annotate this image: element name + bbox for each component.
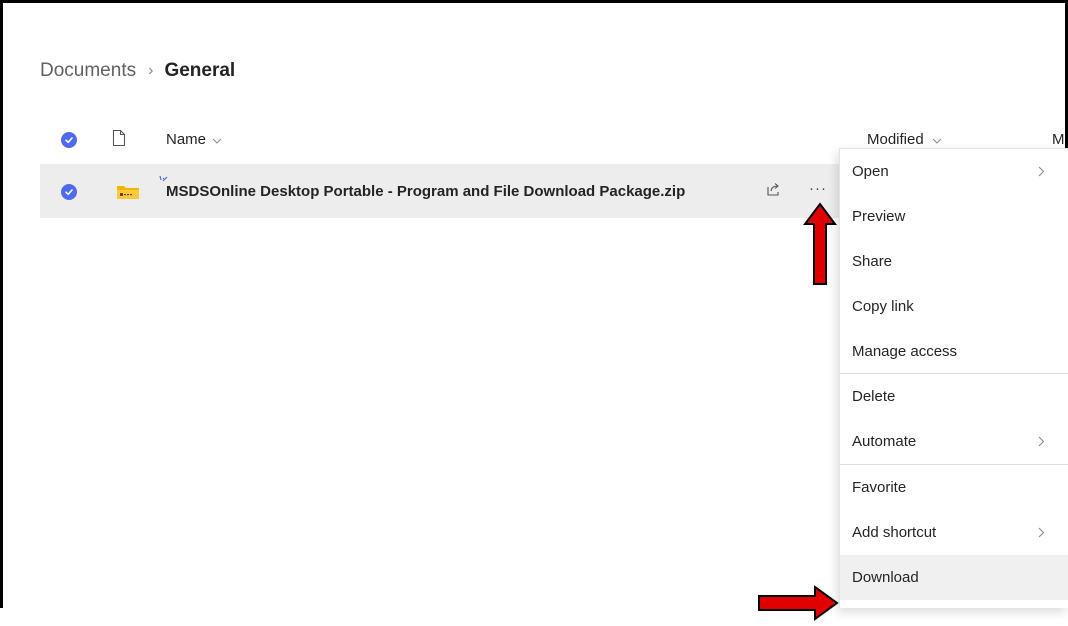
chevron-right-icon — [1038, 419, 1045, 464]
menu-item-label: Copy link — [852, 298, 914, 315]
menu-item-copy-link[interactable]: Copy link — [840, 284, 1068, 329]
menu-item-add-shortcut[interactable]: Add shortcut — [840, 510, 1068, 555]
menu-item-label: Delete — [852, 388, 896, 405]
chevron-right-icon — [1038, 149, 1045, 194]
breadcrumb: Documents › General — [40, 57, 235, 85]
chevron-down-icon — [212, 131, 222, 148]
menu-item-label: Share — [852, 253, 893, 270]
name-column-label: Name — [166, 131, 207, 148]
breadcrumb-documents-link[interactable]: Documents — [40, 60, 136, 82]
menu-item-label: Favorite — [852, 479, 907, 496]
name-column-header[interactable]: Name — [166, 131, 222, 148]
menu-item-open[interactable]: Open — [840, 149, 1068, 194]
chevron-down-icon — [932, 131, 942, 148]
checkmark-icon — [65, 189, 73, 196]
more-actions-button[interactable]: ··· — [809, 180, 827, 197]
select-all-checkbox[interactable] — [61, 132, 77, 148]
menu-item-label: Automate — [852, 433, 917, 450]
breadcrumb-separator: › — [148, 62, 154, 79]
menu-item-manage-access[interactable]: Manage access — [840, 329, 1068, 374]
share-icon[interactable] — [765, 181, 781, 202]
checkmark-icon — [65, 137, 73, 144]
menu-item-automate[interactable]: Automate — [840, 419, 1068, 464]
breadcrumb-current-folder: General — [164, 60, 236, 81]
file-name-link[interactable]: MSDSOnline Desktop Portable - Program an… — [166, 183, 685, 200]
context-menu: Open Preview Share Copy link Manage acce… — [839, 148, 1068, 608]
menu-item-preview[interactable]: Preview — [840, 194, 1068, 239]
menu-item-label: Manage access — [852, 343, 958, 360]
menu-item-label: Add shortcut — [852, 524, 937, 541]
document-icon — [112, 129, 126, 152]
modified-column-label: Modified — [867, 131, 924, 148]
modified-column-header[interactable]: Modified — [867, 131, 942, 148]
menu-item-download[interactable]: Download — [840, 555, 1068, 600]
menu-item-share[interactable]: Share — [840, 239, 1068, 284]
red-arrow-right-annotation — [757, 585, 839, 626]
menu-item-label: Open — [852, 163, 889, 180]
zip-folder-icon — [116, 184, 140, 205]
row-select-checkbox[interactable] — [61, 184, 77, 200]
chevron-right-icon — [1038, 510, 1045, 555]
modified-by-column-header[interactable]: M — [1052, 131, 1065, 148]
menu-item-delete[interactable]: Delete — [840, 374, 1068, 419]
menu-item-label: Download — [852, 569, 919, 586]
menu-item-favorite[interactable]: Favorite — [840, 465, 1068, 510]
menu-item-label: Preview — [852, 208, 906, 225]
red-arrow-up-annotation — [803, 202, 837, 291]
